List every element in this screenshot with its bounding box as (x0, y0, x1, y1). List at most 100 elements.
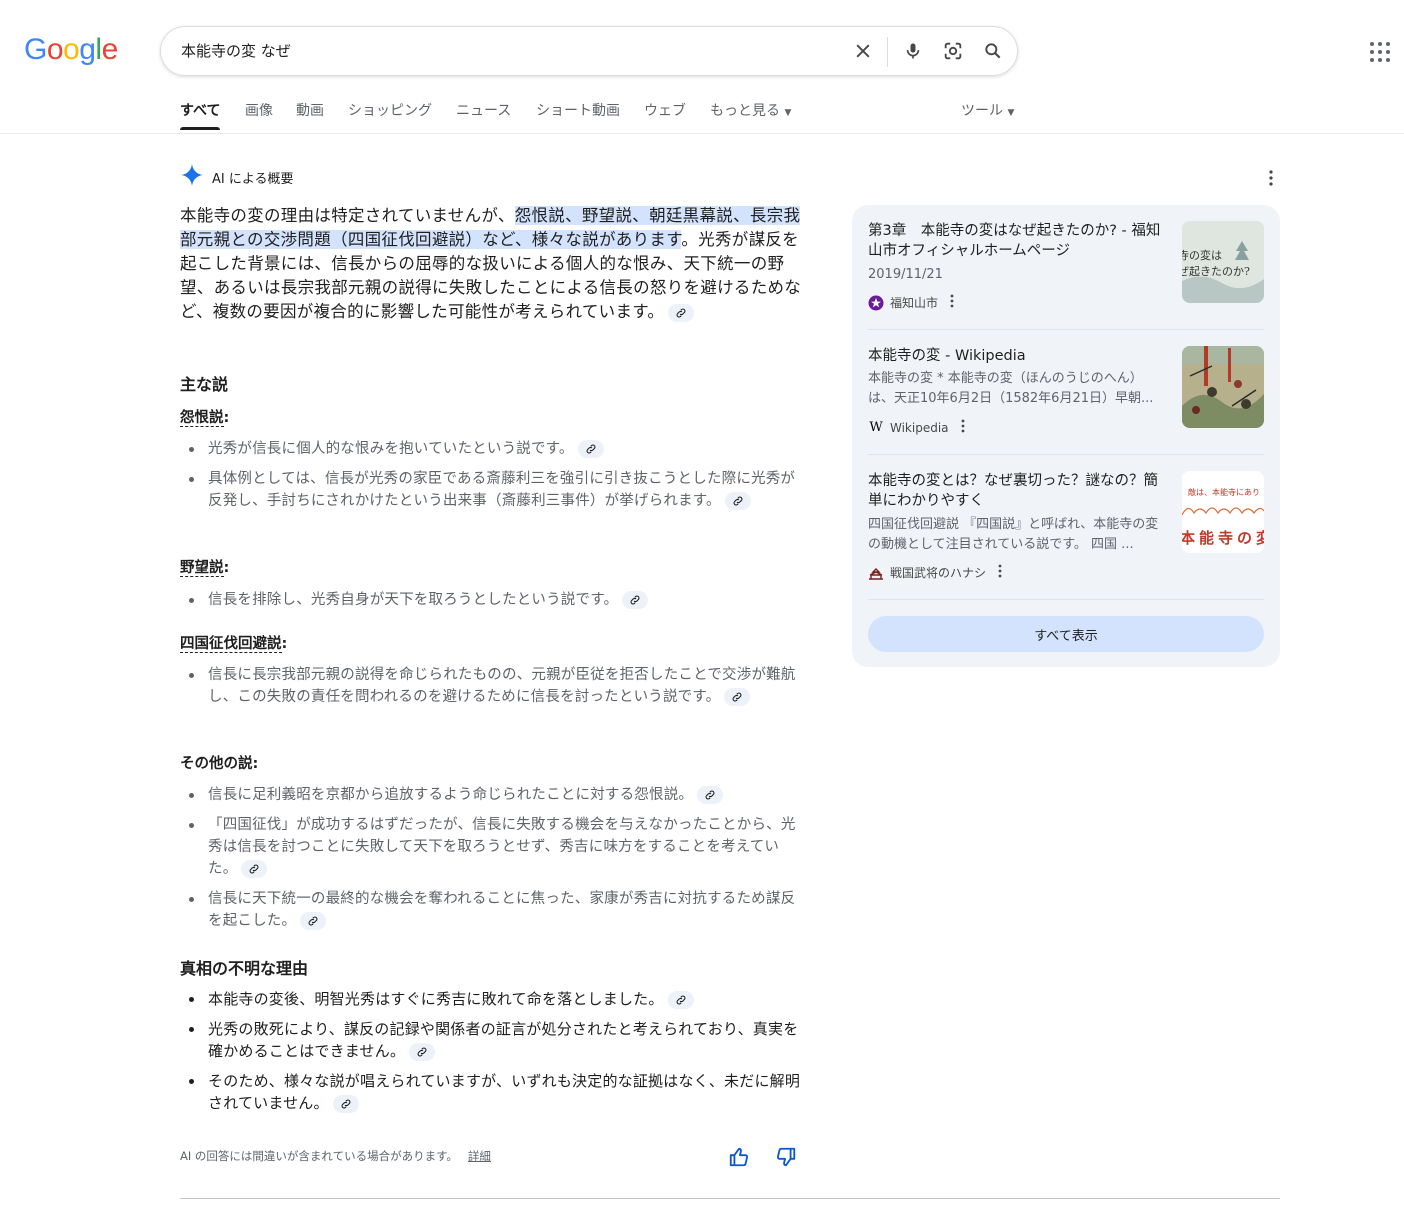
tab-short-videos[interactable]: ショート動画 (536, 96, 620, 126)
wikipedia-favicon: W (869, 420, 883, 435)
source-meta: W Wikipedia (868, 419, 965, 436)
source-snippet: 本能寺の変 * 本能寺の変（ほんのうじのへん）は、天正10年6月2日（1582年… (868, 371, 1154, 406)
card-divider (868, 454, 1264, 455)
source-title[interactable]: 第3章 本能寺の変はなぜ起きたのか? - 福知山市オフィシャルホームページ (868, 221, 1163, 261)
theory-title[interactable]: 野望説 (180, 560, 224, 577)
thumbs-down-icon[interactable] (775, 1146, 797, 1168)
sources-panel: 第3章 本能寺の変はなぜ起きたのか? - 福知山市オフィシャルホームページ 20… (852, 205, 1280, 667)
link-icon[interactable] (332, 1094, 359, 1113)
link-icon[interactable] (697, 786, 724, 804)
link-icon[interactable] (300, 912, 327, 930)
tab-more[interactable]: もっと見る ▼ (710, 96, 791, 128)
theory-heading: 怨恨説: (180, 410, 230, 427)
link-icon[interactable] (241, 860, 268, 878)
theory-list: 光秀が信長に個人的な恨みを抱いていたという説です。 具体例としては、信長が光秀の… (186, 438, 808, 520)
tools-label: ツール (961, 103, 1003, 119)
list-item-text: 本能寺の変後、明智光秀はすぐに秀吉に敗れて命を落としました。 (208, 990, 664, 1008)
show-all-button[interactable]: すべて表示 (868, 616, 1264, 652)
ai-summary: 本能寺の変の理由は特定されていませんが、怨恨説、野望説、朝廷黒幕説、長宗我部元親… (180, 204, 808, 324)
gemini-sparkle-icon (180, 163, 204, 191)
source-title[interactable]: 本能寺の変 - Wikipedia (868, 346, 1163, 366)
logo-letter: o (63, 33, 80, 66)
apps-grid-icon[interactable] (1368, 40, 1392, 64)
list-item: 信長に天下統一の最終的な機会を奪われることに焦った、家康が秀吉に対抗するため謀反… (186, 888, 808, 932)
card-divider (868, 329, 1264, 330)
theory-heading: その他の説: (180, 756, 259, 772)
source-site: 戦国武将のハナシ (890, 566, 987, 580)
search-input[interactable]: 本能寺の変 なぜ (181, 27, 291, 75)
theory-list: 信長に足利義昭を京都から追放するよう命じられたことに対する怨恨説。 「四国征伐」… (186, 784, 808, 940)
list-item-text: 光秀が信長に個人的な恨みを抱いていたという説です。 (208, 441, 574, 457)
ai-overview-title: AI による概要 (212, 171, 294, 187)
list-item-text: 信長に天下統一の最終的な機会を奪われることに焦った、家康が秀吉に対抗するため謀反… (208, 891, 796, 929)
mic-icon[interactable] (901, 39, 925, 63)
more-options-icon[interactable] (1262, 168, 1280, 188)
source-thumbnail[interactable]: 寺の変は ぜ起きたのか? (1182, 221, 1264, 303)
reason-list: 本能寺の変後、明智光秀はすぐに秀吉に敗れて命を落としました。 光秀の敗死により、… (186, 988, 808, 1122)
active-tab-indicator (180, 127, 220, 130)
logo-letter: o (46, 33, 64, 66)
tab-images[interactable]: 画像 (245, 96, 273, 126)
summary-text: 本能寺の変の理由は特定されていませんが、 (180, 206, 515, 225)
tools-button[interactable]: ツール ▼ (961, 96, 1014, 128)
theory-list: 信長に長宗我部元親の説得を命じられたものの、元親が臣従を拒否したことで交渉が難航… (186, 664, 808, 716)
list-item-text: 光秀の敗死により、謀反の記録や関係者の証言が処分されたと考えられており、真実を確… (208, 1020, 799, 1060)
ai-overview-header: AI による概要 (180, 163, 293, 191)
logo-letter: e (101, 33, 119, 66)
list-item: 光秀の敗死により、謀反の記録や関係者の証言が処分されたと考えられており、真実を確… (186, 1018, 808, 1062)
lens-icon[interactable] (941, 39, 965, 63)
link-icon[interactable] (668, 303, 695, 322)
more-options-icon[interactable] (950, 294, 954, 311)
close-icon[interactable] (851, 39, 875, 63)
tab-all[interactable]: すべて (180, 96, 220, 126)
more-options-icon[interactable] (961, 419, 965, 436)
link-icon[interactable] (577, 440, 604, 458)
link-icon[interactable] (724, 688, 751, 706)
source-snippet: 四国征伐回避説 『四国説』と呼ばれ、本能寺の変の動機として注目されている説です。… (868, 517, 1159, 552)
link-icon[interactable] (724, 492, 751, 510)
list-item: 信長を排除し、光秀自身が天下を取ろうとしたという説です。 (186, 589, 808, 611)
list-item-text: 信長に長宗我部元親の説得を命じられたものの、元親が臣従を拒否したことで交渉が難航… (208, 667, 796, 705)
theory-heading: 四国征伐回避説: (180, 636, 288, 653)
section-heading: 主な説 (180, 375, 229, 394)
caret-down-icon: ▼ (784, 108, 792, 118)
link-icon[interactable] (667, 990, 694, 1009)
theory-heading: 野望説: (180, 560, 230, 577)
link-icon[interactable] (409, 1042, 436, 1061)
list-item: 「四国征伐」が成功するはずだったが、信長に失敗する機会を与えなかったことから、光… (186, 814, 808, 880)
theory-title: その他の説 (180, 756, 253, 772)
thumbnail-caption-line1: 寺の変は (1182, 248, 1222, 262)
list-item: 信長に長宗我部元親の説得を命じられたものの、元親が臣従を拒否したことで交渉が難航… (186, 664, 808, 708)
tab-more-label: もっと見る (710, 103, 780, 119)
more-options-icon[interactable] (998, 564, 1002, 581)
list-item: そのため、様々な説が唱えられていますが、いずれも決定的な証拠はなく、未だに解明さ… (186, 1070, 808, 1114)
thumbnail-caption-line2: ぜ起きたのか? (1182, 265, 1250, 278)
source-title[interactable]: 本能寺の変とは？なぜ裏切った？謎なの？簡単にわかりやすく (868, 471, 1163, 511)
ai-disclaimer: AI の回答には間違いが含まれている場合があります。 詳細 (180, 1148, 491, 1164)
tab-shopping[interactable]: ショッピング (348, 96, 432, 126)
thumbs-up-icon[interactable] (728, 1146, 750, 1168)
google-logo[interactable]: Google (24, 30, 118, 70)
theory-title[interactable]: 四国征伐回避説 (180, 636, 282, 653)
tab-videos[interactable]: 動画 (296, 96, 324, 126)
source-site: 福知山市 (890, 296, 939, 310)
theory-title[interactable]: 怨恨説 (180, 410, 224, 427)
tab-news[interactable]: ニュース (456, 96, 511, 126)
tab-web[interactable]: ウェブ (644, 96, 686, 126)
list-item-text: 「四国征伐」が成功するはずだったが、信長に失敗する機会を与えなかったことから、光… (208, 817, 796, 877)
theory-list: 信長を排除し、光秀自身が天下を取ろうとしたという説です。 (186, 589, 808, 619)
source-meta: 福知山市 (868, 294, 954, 311)
list-item: 本能寺の変後、明智光秀はすぐに秀吉に敗れて命を落としました。 (186, 988, 808, 1010)
details-link[interactable]: 詳細 (468, 1149, 491, 1163)
section-divider (180, 1198, 1280, 1199)
search-divider (887, 37, 888, 67)
link-icon[interactable] (622, 591, 649, 609)
source-thumbnail[interactable]: 敵は、本能寺にあり 本能寺の変 (1182, 471, 1264, 553)
source-thumbnail[interactable] (1182, 346, 1264, 428)
castle-favicon (868, 565, 884, 581)
source-meta: 戦国武将のハナシ (868, 564, 1002, 581)
fukuchiyama-favicon (868, 295, 884, 311)
search-icon[interactable] (981, 39, 1005, 63)
logo-letter: G (24, 33, 47, 66)
search-box[interactable]: 本能寺の変 なぜ (160, 26, 1018, 76)
